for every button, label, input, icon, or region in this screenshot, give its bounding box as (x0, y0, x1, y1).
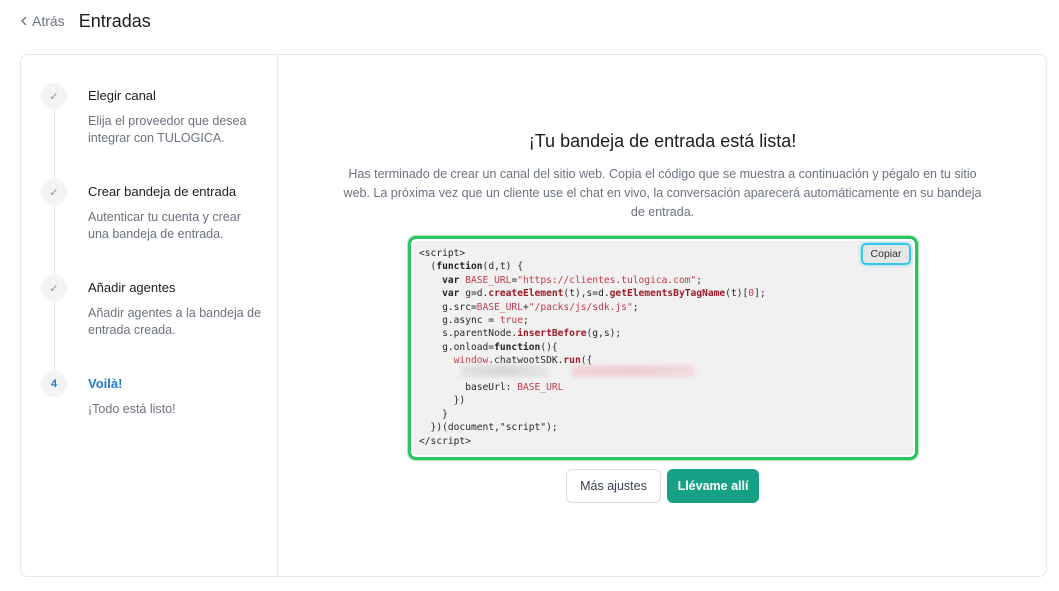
redacted-token (461, 365, 549, 377)
step-title: Elegir canal (88, 88, 156, 103)
code-snippet[interactable]: <script> (function(d,t) { var BASE_URL="… (413, 241, 913, 455)
code-text: <script> (function(d,t) { var BASE_URL="… (419, 248, 766, 447)
page-title: Entradas (78, 10, 151, 31)
more-settings-button[interactable]: Más ajustes (566, 469, 661, 503)
step-title: Voilà! (88, 376, 123, 391)
setup-card: ✓ Elegir canal Elija el proveedor que de… (20, 54, 1047, 577)
back-link[interactable]: Atrás (20, 13, 65, 29)
step-number: 4 (41, 371, 67, 397)
top-bar: Atrás Entradas (20, 10, 151, 32)
step-description: ¡Todo está listo! (88, 402, 176, 416)
check-icon: ✓ (41, 179, 67, 205)
doc-args: (document,"script"); (442, 422, 558, 434)
check-icon: ✓ (41, 83, 67, 109)
take-me-there-button[interactable]: Llévame allí (667, 469, 759, 503)
step-description: Añadir agentes a la bandeja de entrada c… (88, 306, 262, 337)
step-connector (54, 301, 55, 371)
base-url-string: "https://clientes.tulogica.com" (517, 274, 697, 286)
step-connector (54, 205, 55, 275)
steps-sidebar: ✓ Elegir canal Elija el proveedor que de… (21, 55, 278, 576)
redacted-token (571, 365, 695, 377)
back-label[interactable]: Atrás (32, 13, 65, 29)
step-connector (54, 109, 55, 179)
action-buttons: Más ajustes Llévame allí (566, 469, 759, 503)
code-snippet-highlight: <script> (function(d,t) { var BASE_URL="… (408, 236, 918, 460)
check-icon: ✓ (41, 275, 67, 301)
step-description: Elija el proveedor que desea integrar co… (88, 114, 247, 145)
step-title: Añadir agentes (88, 280, 176, 295)
step-description: Autenticar tu cuenta y crear una bandeja… (88, 210, 241, 241)
success-heading: ¡Tu bandeja de entrada está lista! (528, 131, 797, 151)
success-description: Has terminado de crear un canal del siti… (343, 167, 982, 219)
sdk-path-string: "/packs/js/sdk.js" (528, 301, 633, 313)
copy-button[interactable]: Copiar (861, 243, 911, 265)
chevron-left-icon (21, 16, 27, 26)
main-panel: ¡Tu bandeja de entrada está lista! Has t… (279, 55, 1046, 576)
step-title: Crear bandeja de entrada (88, 184, 237, 199)
